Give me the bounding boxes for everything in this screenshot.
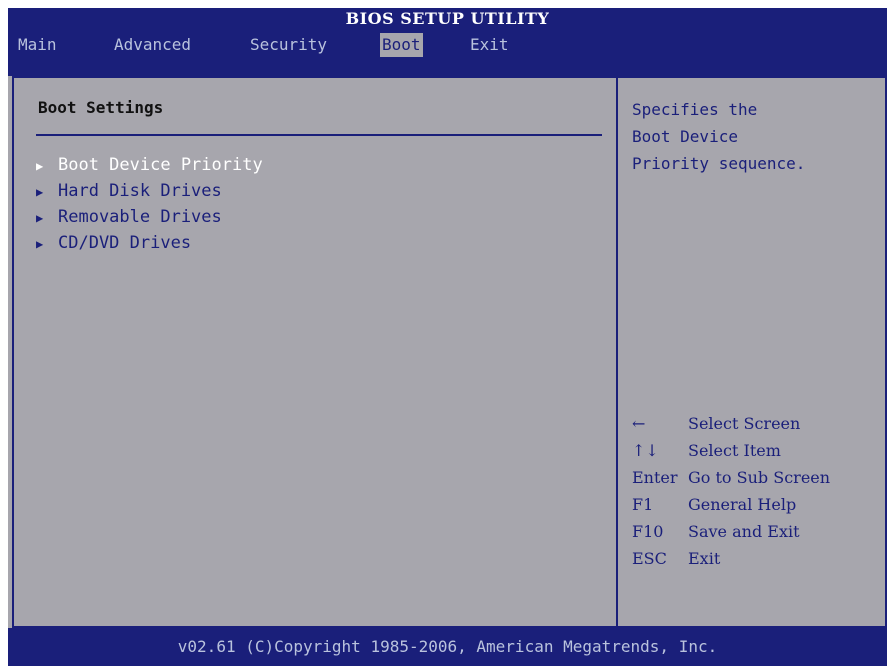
hard-disk-drives-item[interactable]: ▶ Hard Disk Drives [36,178,263,204]
key-legend: ← Select Screen ↑↓ Select Item Enter Go to … [632,410,830,572]
triangle-right-icon: ▶ [36,159,44,173]
menu-tab-advanced[interactable]: Advanced [112,33,193,57]
key-label: ← [632,414,646,433]
key-row: F10 Save and Exit [632,518,830,545]
key-action: Save and Exit [688,522,800,541]
key-action: General Help [688,495,797,514]
bios-screen: BIOS SETUP UTILITY Main Advanced Securit… [8,8,887,666]
key-row: Enter Go to Sub Screen [632,464,830,491]
triangle-right-icon: ▶ [36,185,44,199]
cd-dvd-drives-item[interactable]: ▶ CD/DVD Drives [36,230,263,256]
help-line: Specifies the [632,100,758,119]
removable-drives-item[interactable]: ▶ Removable Drives [36,204,263,230]
section-title: Boot Settings [38,98,164,117]
key-row: F1 General Help [632,491,830,518]
key-action: Select Item [688,441,781,460]
item-label: Boot Device Priority [58,155,263,175]
key-row: ↑↓ Select Item [632,437,830,464]
key-action: Exit [688,549,721,568]
key-label: Enter [632,468,678,487]
help-line: Priority sequence. [632,154,806,173]
help-description: Specifies the Boot Device Priority seque… [632,96,805,177]
help-line: Boot Device [632,127,738,146]
triangle-right-icon: ▶ [36,211,44,225]
window-title: BIOS SETUP UTILITY [8,8,887,30]
item-label: CD/DVD Drives [58,233,192,253]
triangle-right-icon: ▶ [36,237,44,251]
menu-bar: Main Advanced Security Boot Exit [8,30,887,76]
menu-tab-boot[interactable]: Boot [380,33,423,57]
main-panel: Boot Settings ▶ Boot Device Priority ▶ Har… [12,76,618,628]
key-action: Go to Sub Screen [688,468,831,487]
item-label: Hard Disk Drives [58,181,222,201]
key-row: ESC Exit [632,545,830,572]
key-label: ESC [632,549,667,568]
key-label: ↑↓ [632,441,659,460]
key-label: F10 [632,522,664,541]
help-panel: Specifies the Boot Device Priority seque… [618,76,887,628]
menu-tab-main[interactable]: Main [16,33,59,57]
divider [36,134,602,136]
boot-device-priority-item[interactable]: ▶ Boot Device Priority [36,152,263,178]
menu-tab-security[interactable]: Security [248,33,329,57]
item-label: Removable Drives [58,207,222,227]
menu-tab-exit[interactable]: Exit [468,33,511,57]
key-label: F1 [632,495,654,514]
key-row: ← Select Screen [632,410,830,437]
copyright-footer: v02.61 (C)Copyright 1985-2006, American … [8,628,887,666]
key-action: Select Screen [688,414,801,433]
boot-menu-list: ▶ Boot Device Priority ▶ Hard Disk Drives … [36,152,263,256]
